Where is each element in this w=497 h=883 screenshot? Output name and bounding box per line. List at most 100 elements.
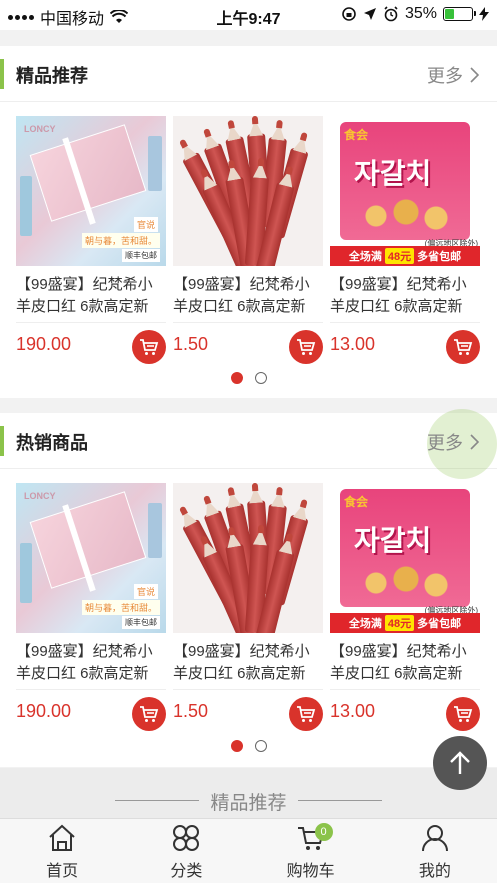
add-to-cart-button[interactable] bbox=[132, 697, 166, 731]
cart-icon bbox=[454, 339, 473, 355]
image-text-tag2: 朝与暮，苦和甜。 bbox=[81, 600, 160, 615]
cart-badge: 0 bbox=[314, 823, 333, 841]
product-image-lipstick-box: LONCY 官说 朝与暮，苦和甜。 顺丰包邮 bbox=[16, 483, 166, 633]
product-divider bbox=[330, 322, 480, 323]
section-header: 热销商品 更多 bbox=[0, 409, 497, 479]
product-divider bbox=[16, 322, 166, 323]
add-to-cart-button[interactable] bbox=[289, 330, 323, 364]
product-card[interactable]: 食会 자갈치 (偏远地区除外) 全场满 48元 多省包邮 【99盛宴】纪梵希小羊皮口红 6款… bbox=[330, 483, 480, 731]
carousel-dots bbox=[0, 740, 497, 752]
product-image-snack: 食会 자갈치 (偏远地区除外) 全场满 48元 多省包邮 bbox=[330, 483, 480, 633]
promo-text: 多省包邮 bbox=[417, 251, 462, 263]
product-divider bbox=[16, 689, 166, 690]
carousel-dot[interactable] bbox=[230, 740, 243, 752]
product-thumbnail[interactable]: 食会 자갈치 (偏远地区除外) 全场满 48元 多省包邮 bbox=[330, 483, 480, 633]
snack-logo: 食会 bbox=[344, 128, 369, 142]
section-header: 精品推荐 更多 bbox=[0, 46, 497, 102]
more-link[interactable]: 更多 bbox=[427, 429, 479, 455]
tab-label: 我的 bbox=[418, 863, 451, 880]
image-text-tag3: 顺丰包邮 bbox=[122, 616, 160, 629]
back-to-top-button[interactable] bbox=[433, 736, 487, 790]
product-name: 【99盛宴】纪梵希小羊皮口红 6款高定新 bbox=[330, 276, 467, 315]
snack-logo: 食会 bbox=[344, 495, 369, 509]
location-icon bbox=[363, 8, 376, 20]
tab-label: 购物车 bbox=[286, 863, 335, 880]
tab-cart[interactable]: 0 购物车 bbox=[249, 819, 373, 883]
charging-icon bbox=[479, 7, 489, 21]
product-card[interactable]: 【99盛宴】纪梵希小羊皮口红 6款高定新 1.50 bbox=[173, 116, 323, 364]
add-to-cart-button[interactable] bbox=[446, 697, 480, 731]
chevron-right-icon bbox=[470, 67, 479, 83]
cart-icon bbox=[454, 706, 473, 722]
product-divider bbox=[173, 689, 323, 690]
featured-section: 精品推荐 更多 LONCY 官说 朝与暮，苦和甜。 顺丰包邮 【99盛宴】纪梵希小羊皮口… bbox=[0, 46, 497, 398]
image-text-tag1: 官说 bbox=[133, 217, 158, 232]
product-name: 【99盛宴】纪梵希小羊皮口红 6款高定新 bbox=[16, 643, 153, 682]
tab-mine[interactable]: 我的 bbox=[373, 819, 497, 883]
add-to-cart-button[interactable] bbox=[289, 697, 323, 731]
promo-amount: 48元 bbox=[384, 615, 415, 631]
add-to-cart-button[interactable] bbox=[446, 330, 480, 364]
lipstick-tube bbox=[148, 136, 162, 191]
product-carousel[interactable]: LONCY 官说 朝与暮，苦和甜。 顺丰包邮【99盛宴】纪梵希小羊皮口红 6款高定新 1… bbox=[16, 483, 482, 731]
more-label: 更多 bbox=[427, 66, 463, 86]
product-divider bbox=[173, 322, 323, 323]
cart-icon bbox=[297, 339, 316, 355]
product-price: 1.50 bbox=[173, 701, 209, 721]
add-to-cart-button[interactable] bbox=[132, 330, 166, 364]
product-image-lip-pencils bbox=[173, 483, 323, 633]
product-name: 【99盛宴】纪梵希小羊皮口红 6款高定新 bbox=[173, 276, 310, 315]
more-link[interactable]: 更多 bbox=[427, 62, 479, 88]
chips bbox=[356, 563, 456, 603]
product-name: 【99盛宴】纪梵希小羊皮口红 6款高定新 bbox=[330, 643, 467, 682]
carousel-dots bbox=[0, 372, 497, 384]
promo-banner: 全场满 48元 多省包邮 bbox=[330, 613, 480, 633]
tab-category[interactable]: 分类 bbox=[124, 819, 248, 883]
product-price: 190.00 bbox=[16, 334, 72, 354]
product-thumbnail[interactable]: LONCY 官说 朝与暮，苦和甜。 顺丰包邮 bbox=[16, 483, 166, 633]
status-bar: 中国移动 上午9:47 35% bbox=[0, 0, 497, 30]
image-text-brand: LONCY bbox=[24, 491, 56, 501]
product-thumbnail[interactable] bbox=[173, 483, 323, 633]
tab-label: 首页 bbox=[46, 863, 79, 880]
tab-home[interactable]: 首页 bbox=[0, 819, 124, 883]
promo-text: 全场满 bbox=[348, 251, 382, 263]
product-name: 【99盛宴】纪梵希小羊皮口红 6款高定新 bbox=[16, 276, 153, 315]
promo-text: 全场满 bbox=[348, 618, 382, 630]
battery-icon bbox=[443, 7, 476, 21]
product-thumbnail[interactable]: 食会 자갈치 (偏远地区除外) 全场满 48元 多省包邮 bbox=[330, 116, 480, 266]
product-image-snack: 食会 자갈치 (偏远地区除外) 全场满 48元 多省包邮 bbox=[330, 116, 480, 266]
snack-bag: 食会 자갈치 bbox=[340, 122, 470, 240]
hot-section: 热销商品 更多 LONCY 官说 朝与暮，苦和甜。 顺丰包邮 【99盛宴】纪梵希小羊皮口… bbox=[0, 409, 497, 767]
product-card[interactable]: 【99盛宴】纪梵希小羊皮口红 6款高定新 1.50 bbox=[173, 483, 323, 731]
arrow-up-icon bbox=[450, 751, 470, 774]
product-thumbnail[interactable] bbox=[173, 116, 323, 266]
snack-brand-korean: 자갈치 bbox=[354, 525, 432, 556]
image-text-tag2: 朝与暮，苦和甜。 bbox=[81, 233, 160, 248]
chips bbox=[356, 196, 456, 236]
snack-brand-korean: 자갈치 bbox=[354, 158, 432, 189]
product-carousel[interactable]: LONCY 官说 朝与暮，苦和甜。 顺丰包邮 【99盛宴】纪梵希小羊皮口红 6款高定新 1… bbox=[16, 116, 482, 364]
carousel-dot[interactable] bbox=[254, 372, 267, 384]
product-thumbnail[interactable]: LONCY 官说 朝与暮，苦和甜。 顺丰包邮 bbox=[16, 116, 166, 266]
product-divider bbox=[330, 689, 480, 690]
lock-rotation-icon bbox=[342, 7, 356, 21]
lipstick-tube bbox=[20, 176, 32, 236]
product-card[interactable]: 食会 자갈치 (偏远地区除外) 全场满 48元 多省包邮 【99盛宴】纪梵希小羊皮口红 6款… bbox=[330, 116, 480, 364]
product-name: 【99盛宴】纪梵希小羊皮口红 6款高定新 bbox=[173, 643, 310, 682]
promo-amount: 48元 bbox=[384, 248, 415, 264]
product-card[interactable]: LONCY 官说 朝与暮，苦和甜。 顺丰包邮【99盛宴】纪梵希小羊皮口红 6款高定新 1… bbox=[16, 116, 166, 364]
product-image-lipstick-box: LONCY 官说 朝与暮，苦和甜。 顺丰包邮 bbox=[16, 116, 166, 266]
chevron-right-icon bbox=[470, 434, 479, 450]
carousel-dot[interactable] bbox=[254, 740, 267, 752]
product-price: 190.00 bbox=[16, 701, 72, 721]
image-text-tag1: 官说 bbox=[133, 584, 158, 599]
product-price: 1.50 bbox=[173, 334, 209, 354]
tab-label: 分类 bbox=[170, 863, 203, 880]
carousel-dot[interactable] bbox=[230, 372, 243, 384]
cart-icon bbox=[297, 706, 316, 722]
tab-bar: 首页 分类 0 购物车 我的 bbox=[0, 818, 497, 883]
product-image-lip-pencils bbox=[173, 116, 323, 266]
product-card[interactable]: LONCY 官说 朝与暮，苦和甜。 顺丰包邮【99盛宴】纪梵希小羊皮口红 6款高定新 1… bbox=[16, 483, 166, 731]
alarm-icon bbox=[384, 6, 398, 22]
